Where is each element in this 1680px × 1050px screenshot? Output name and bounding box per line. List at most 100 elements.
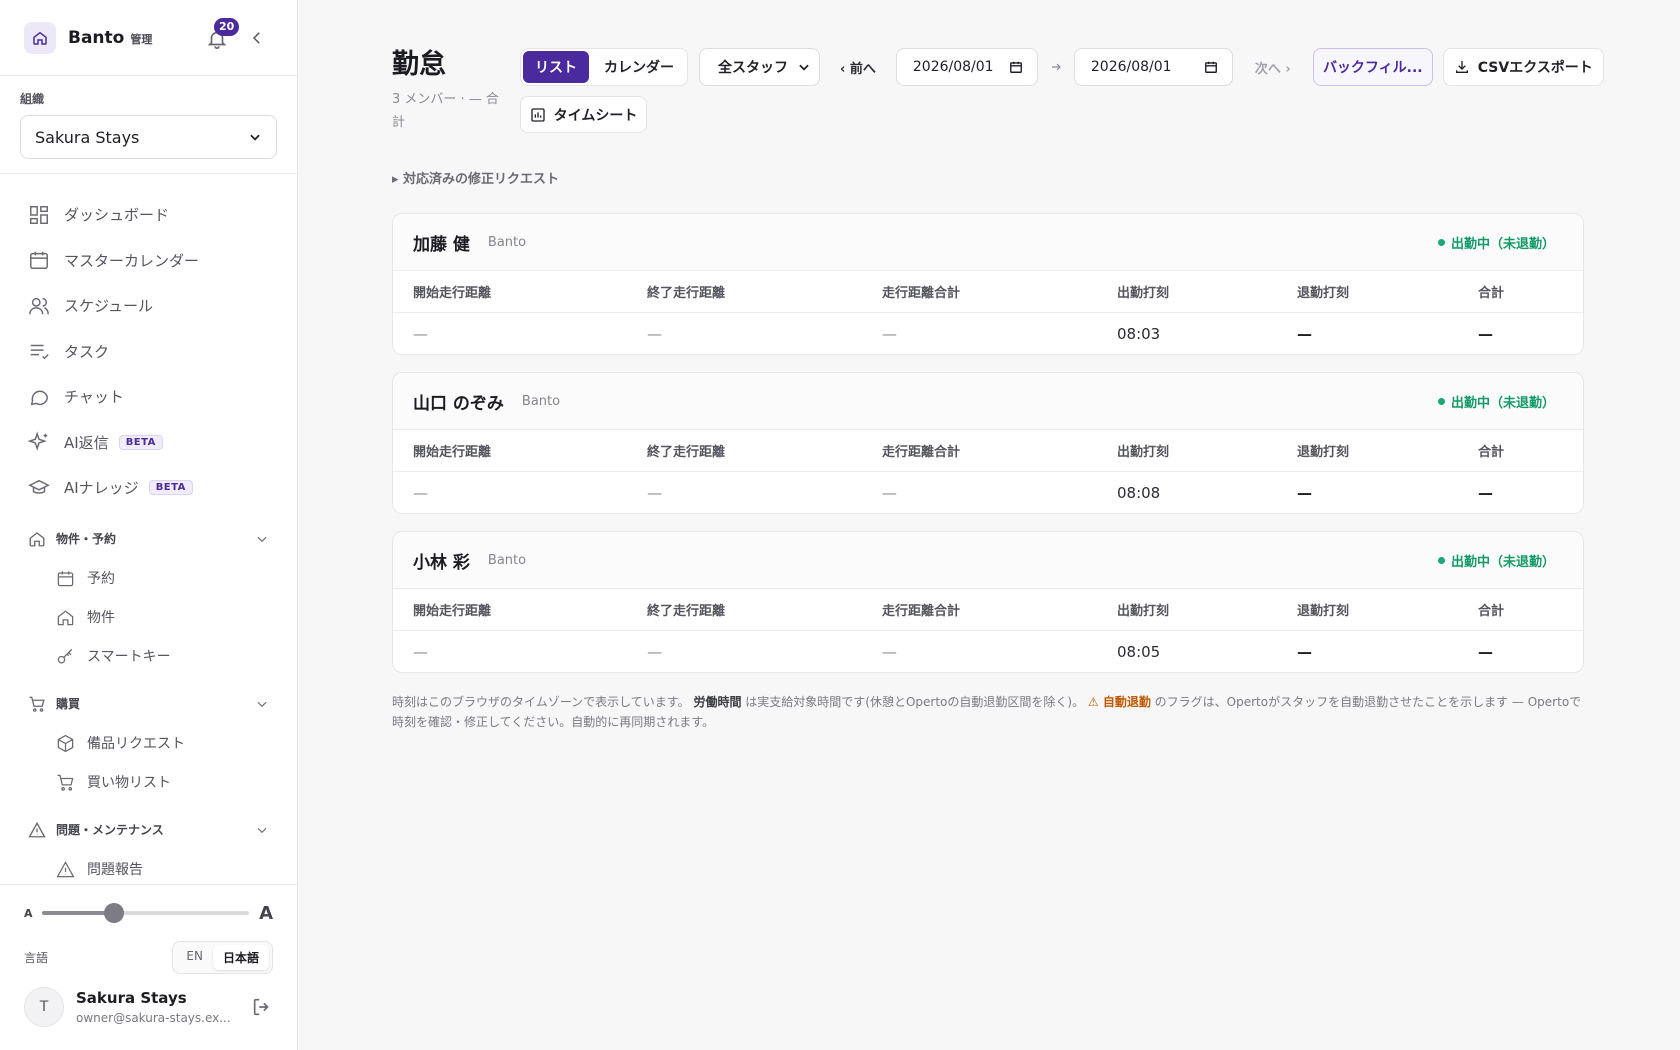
sidebar-item-supply-requests[interactable]: 備品リクエスト bbox=[0, 724, 297, 763]
sidebar-item-shopping-list[interactable]: 買い物リスト bbox=[0, 763, 297, 802]
staff-select-value: 全スタッフ bbox=[718, 60, 788, 76]
sidebar-item-label: 物件 bbox=[87, 610, 115, 626]
staff-card-header: 小林 彩 Banto 出勤中（未退勤） bbox=[393, 532, 1583, 589]
sidebar-item-label: 問題報告 bbox=[87, 862, 143, 878]
table-cell: 08:05 bbox=[1117, 643, 1161, 661]
table-cell: — bbox=[882, 325, 897, 343]
slider-handle[interactable] bbox=[104, 903, 125, 923]
org-label: 組織 bbox=[20, 92, 45, 106]
nav-group-properties[interactable]: 物件・予約 bbox=[0, 519, 297, 559]
sidebar-item-tasks[interactable]: タスク bbox=[0, 329, 297, 375]
lang-ja-button[interactable]: 日本語 bbox=[212, 944, 269, 970]
notification-badge: 20 bbox=[214, 18, 240, 36]
nav-group-label: 物件・予約 bbox=[56, 532, 117, 546]
column-header: 開始走行距離 bbox=[413, 604, 492, 619]
chevron-down-icon bbox=[257, 536, 267, 542]
sidebar-item-label: スマートキー bbox=[87, 649, 171, 665]
sidebar-item-label: スケジュール bbox=[64, 297, 153, 316]
next-button[interactable]: 次へ › bbox=[1255, 58, 1291, 77]
sidebar-item-master-calendar[interactable]: マスターカレンダー bbox=[0, 238, 297, 284]
sidebar-item-label: ダッシュボード bbox=[64, 206, 170, 225]
view-list-button[interactable]: リスト bbox=[523, 51, 589, 83]
sidebar-item-label: チャット bbox=[64, 388, 124, 407]
status-badge: 出勤中（未退勤） bbox=[1437, 233, 1555, 252]
sidebar-item-reservations[interactable]: 予約 bbox=[0, 559, 297, 598]
chat-icon bbox=[30, 390, 48, 406]
csv-export-button[interactable]: CSVエクスポート bbox=[1442, 48, 1604, 86]
beta-badge: BETA bbox=[148, 480, 193, 496]
staff-name: 小林 彩 bbox=[413, 552, 470, 573]
warning-icon bbox=[56, 860, 75, 877]
language-toggle: EN 日本語 bbox=[172, 940, 273, 974]
table-row: — — — 08:03 — — bbox=[393, 313, 1583, 354]
chevron-left-icon[interactable] bbox=[248, 28, 266, 48]
prev-button[interactable]: ‹ 前へ bbox=[840, 58, 876, 77]
table-cell: — bbox=[1478, 484, 1493, 502]
status-text: 出勤中（未退勤） bbox=[1450, 395, 1555, 411]
chevron-down-icon bbox=[799, 64, 809, 71]
date-from-input[interactable]: 2026/08/01 bbox=[895, 48, 1038, 86]
timesheet-button[interactable]: タイムシート bbox=[520, 96, 647, 133]
date-from-value: 2026/08/01 bbox=[912, 59, 994, 75]
column-header: 走行距離合計 bbox=[882, 286, 961, 301]
nav-group-maintenance[interactable]: 問題・メンテナンス bbox=[0, 810, 297, 850]
table-cell: — bbox=[1297, 484, 1312, 502]
column-header: 終了走行距離 bbox=[647, 604, 726, 619]
font-small-label: A bbox=[24, 906, 33, 920]
brand-header: Banto 管理 20 bbox=[0, 0, 297, 76]
table-header-row: 開始走行距離 終了走行距離 走行距離合計 出勤打刻 退勤打刻 合計 bbox=[393, 430, 1583, 472]
sidebar-item-chat[interactable]: チャット bbox=[0, 374, 297, 420]
sidebar-item-issue-report[interactable]: 問題報告 bbox=[0, 850, 297, 885]
box-icon bbox=[57, 734, 74, 752]
toolbar: リスト カレンダー 全スタッフ ‹ 前へ 2026/08/01 2026/08/… bbox=[520, 48, 1604, 86]
sidebar-item-ai-knowledge[interactable]: AIナレッジ BETA bbox=[0, 465, 297, 511]
column-header: 出勤打刻 bbox=[1117, 286, 1170, 301]
table-cell: — bbox=[882, 484, 897, 502]
footnote-text: 時刻はこのブラウザのタイムゾーンで表示しています。 bbox=[392, 695, 690, 709]
staff-card: 小林 彩 Banto 出勤中（未退勤） 開始走行距離 終了走行距離 走行距離合計… bbox=[392, 531, 1584, 673]
org-select[interactable]: Sakura Stays bbox=[20, 115, 277, 159]
sidebar-item-properties[interactable]: 物件 bbox=[0, 598, 297, 637]
font-big-label: A bbox=[259, 902, 273, 924]
view-calendar-button[interactable]: カレンダー bbox=[591, 49, 687, 85]
resolved-requests-toggle[interactable]: ▸ 対応済みの修正リクエスト bbox=[392, 168, 559, 187]
column-header: 走行距離合計 bbox=[882, 445, 961, 460]
status-dot bbox=[1437, 397, 1445, 405]
user-row: T Sakura Stays owner@sakura-stays.ex... bbox=[24, 987, 273, 1027]
staff-card: 加藤 健 Banto 出勤中（未退勤） 開始走行距離 終了走行距離 走行距離合計… bbox=[392, 213, 1584, 355]
staff-select[interactable]: 全スタッフ bbox=[699, 48, 820, 86]
font-size-slider[interactable] bbox=[42, 903, 250, 923]
arrow-right-icon bbox=[1051, 63, 1061, 71]
status-dot bbox=[1437, 238, 1445, 246]
sidebar-item-ai-reply[interactable]: AI返信 BETA bbox=[0, 420, 297, 466]
date-to-input[interactable]: 2026/08/01 bbox=[1073, 48, 1233, 86]
sidebar-item-smart-key[interactable]: スマートキー bbox=[0, 637, 297, 676]
brand-sub: 管理 bbox=[130, 32, 153, 46]
cart-icon bbox=[29, 696, 45, 712]
table-cell: — bbox=[413, 484, 428, 502]
sidebar-item-label: 買い物リスト bbox=[87, 775, 171, 791]
chevron-down-icon bbox=[257, 827, 267, 833]
logout-icon[interactable] bbox=[251, 996, 273, 1018]
calendar-icon bbox=[57, 570, 74, 586]
staff-org: Banto bbox=[487, 234, 527, 250]
nav-group-purchasing[interactable]: 購買 bbox=[0, 684, 297, 724]
sidebar-item-schedule[interactable]: スケジュール bbox=[0, 283, 297, 329]
home-icon bbox=[57, 609, 74, 625]
user-email: owner@sakura-stays.ex... bbox=[76, 1011, 231, 1025]
table-row: — — — 08:05 — — bbox=[393, 631, 1583, 672]
column-header: 退勤打刻 bbox=[1297, 286, 1350, 301]
staff-name: 山口 のぞみ bbox=[413, 393, 504, 414]
column-header: 開始走行距離 bbox=[413, 445, 492, 460]
table-cell: — bbox=[413, 325, 428, 343]
sidebar-item-dashboard[interactable]: ダッシュボード bbox=[0, 192, 297, 238]
staff-org: Banto bbox=[521, 393, 561, 409]
footnote: 時刻はこのブラウザのタイムゾーンで表示しています。 労働時間 は実支給対象時間で… bbox=[392, 692, 1592, 732]
lang-en-button[interactable]: EN bbox=[176, 945, 213, 970]
status-text: 出勤中（未退勤） bbox=[1450, 236, 1555, 252]
staff-card-header: 山口 のぞみ Banto 出勤中（未退勤） bbox=[393, 373, 1583, 430]
table-row: — — — 08:08 — — bbox=[393, 472, 1583, 513]
table-cell: 08:08 bbox=[1117, 484, 1161, 502]
backfill-button[interactable]: バックフィル... bbox=[1312, 48, 1433, 86]
sidebar-item-label: マスターカレンダー bbox=[64, 251, 200, 270]
